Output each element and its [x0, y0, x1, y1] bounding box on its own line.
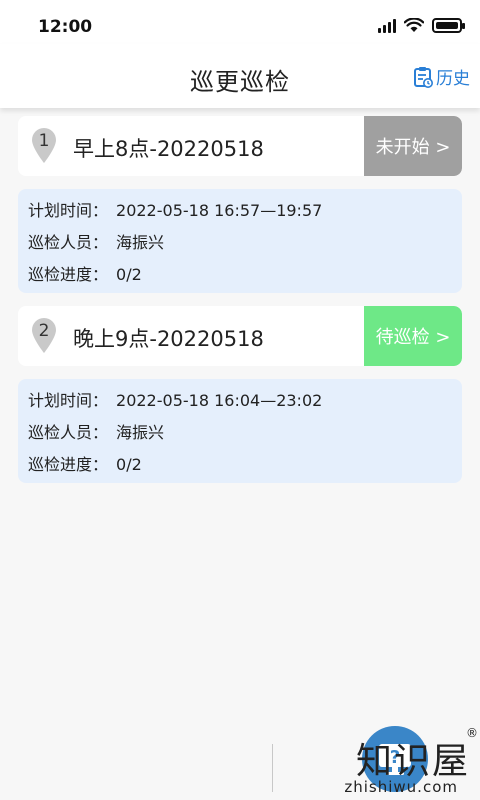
detail-label: 计划时间：: [28, 391, 109, 410]
route-detail-card: 计划时间： 2022-05-18 16:57—19:57 巡检人员： 海振兴 巡…: [18, 189, 462, 293]
status-bar: 12:00: [0, 0, 480, 44]
location-pin-icon: 2: [31, 318, 57, 354]
detail-label: 巡检进度：: [28, 455, 109, 474]
detail-value: 2022-05-18 16:04—23:02: [116, 391, 323, 410]
location-pin-icon: 1: [31, 128, 57, 164]
route-index: 1: [38, 131, 50, 151]
watermark-divider: [272, 744, 273, 792]
history-label: 历史: [436, 69, 470, 89]
page-title: 巡更巡检: [190, 68, 290, 96]
route-detail-card: 计划时间： 2022-05-18 16:04—23:02 巡检人员： 海振兴 巡…: [18, 379, 462, 483]
signal-icon: [378, 18, 396, 33]
route-status-button[interactable]: 未开始 >: [364, 116, 462, 176]
detail-value: 海振兴: [116, 233, 165, 252]
route-name: 早上8点-20220518: [73, 137, 264, 161]
watermark-reg-mark: ®: [466, 726, 478, 740]
detail-label: 计划时间：: [28, 201, 109, 220]
detail-row-plan-time: 计划时间： 2022-05-18 16:57—19:57: [28, 199, 452, 231]
detail-label: 巡检人员：: [28, 233, 109, 252]
status-time: 12:00: [38, 17, 93, 37]
status-icons: [378, 18, 465, 33]
wifi-icon: [404, 18, 424, 32]
detail-row-inspector: 巡检人员： 海振兴: [28, 231, 452, 263]
battery-icon: [432, 18, 465, 33]
route-name: 晚上9点-20220518: [73, 327, 264, 351]
detail-row-plan-time: 计划时间： 2022-05-18 16:04—23:02: [28, 389, 452, 421]
route-index: 2: [38, 321, 50, 341]
detail-label: 巡检进度：: [28, 265, 109, 284]
detail-label: 巡检人员：: [28, 423, 109, 442]
watermark: ? 知识屋 ® zhishiwu.com: [280, 720, 480, 800]
watermark-domain: zhishiwu.com: [344, 778, 458, 796]
route-card[interactable]: 2 晚上9点-20220518 待巡检 >: [18, 306, 462, 366]
detail-row-inspector: 巡检人员： 海振兴: [28, 421, 452, 453]
nav-bar: 巡更巡检 历史: [0, 44, 480, 108]
route-list: 1 早上8点-20220518 未开始 > 计划时间： 2022-05-18 1…: [18, 116, 462, 483]
detail-value: 0/2: [116, 265, 142, 284]
detail-value: 海振兴: [116, 423, 165, 442]
route-status-button[interactable]: 待巡检 >: [364, 306, 462, 366]
detail-row-progress: 巡检进度： 0/2: [28, 263, 452, 295]
watermark-brand: 知识屋: [355, 741, 470, 782]
detail-value: 0/2: [116, 455, 142, 474]
detail-row-progress: 巡检进度： 0/2: [28, 453, 452, 485]
history-clipboard-icon: [414, 66, 433, 88]
detail-value: 2022-05-18 16:57—19:57: [116, 201, 323, 220]
route-card[interactable]: 1 早上8点-20220518 未开始 >: [18, 116, 462, 176]
history-button[interactable]: 历史: [413, 64, 470, 89]
